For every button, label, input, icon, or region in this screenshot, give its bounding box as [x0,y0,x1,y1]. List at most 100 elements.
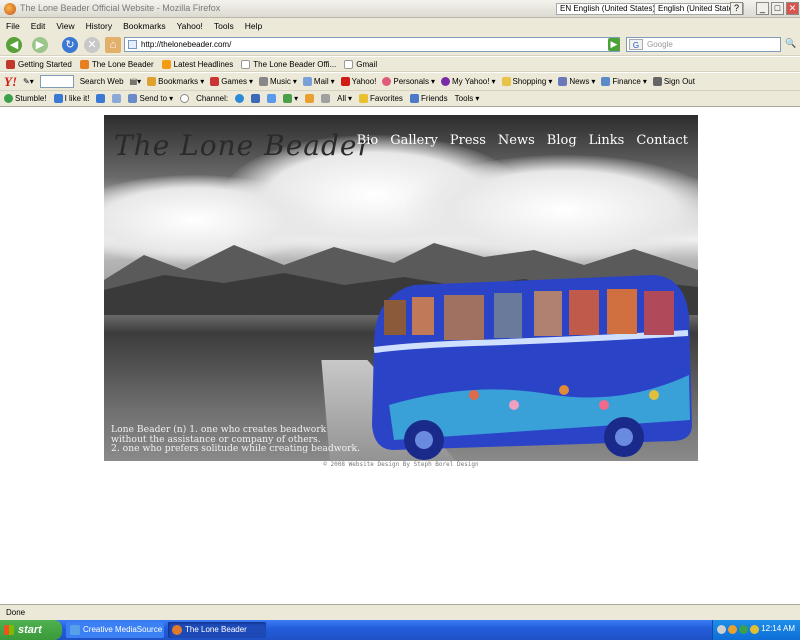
bookmarks-toolbar: Getting Started The Lone Beader Latest H… [0,57,800,72]
start-button[interactable]: start [0,620,62,640]
comment-icon[interactable] [180,94,190,103]
yahoo-icon [340,77,350,86]
menu-file[interactable]: File [6,21,20,31]
channel-all-dropdown[interactable]: All ▾ [337,94,352,103]
menu-view[interactable]: View [56,21,74,31]
google-engine-icon[interactable]: G [629,39,643,50]
site-navigation: Bio Gallery Press News Blog Links Contac… [357,133,688,148]
bookmark-latest-headlines[interactable]: Latest Headlines [161,59,233,69]
url-bar[interactable]: http://thelonebeader.com/ [124,37,620,52]
back-icon[interactable]: ◀ [6,37,22,53]
star-icon [359,94,369,103]
search-input[interactable]: G Google [626,37,781,52]
clock: 12:14 AM [761,624,795,633]
yahoo-logo[interactable]: Y! [4,74,17,90]
title-bar: The Lone Beader Official Website - Mozil… [0,0,800,18]
minimize-button[interactable]: _ [756,2,769,15]
tray-icon[interactable] [739,625,748,634]
menu-edit[interactable]: Edit [31,21,46,31]
like-button[interactable]: I like it! [53,94,89,103]
page-icon [241,59,251,69]
yahoo-search-web[interactable]: Search Web [80,77,124,86]
yahoo-search-input[interactable] [39,75,74,88]
bookmark-lone-beader[interactable]: The Lone Beader [79,59,154,69]
highlight-icon[interactable]: ▤▾ [130,77,142,86]
bookmark-lone-beader-official[interactable]: The Lone Beader Offi... [241,59,336,69]
channel-tag-icon[interactable] [321,94,331,103]
yahoo-home[interactable]: Yahoo! [340,77,376,86]
help-button[interactable]: ? [730,2,743,15]
channel-people-icon[interactable] [305,94,315,103]
nav-gallery[interactable]: Gallery [390,133,438,148]
tag-icon[interactable] [112,94,122,103]
nav-press[interactable]: Press [450,133,486,148]
menu-history[interactable]: History [86,21,112,31]
system-tray: 12:14 AM [712,620,800,640]
tray-icon[interactable] [750,625,759,634]
friends-icon [409,94,419,103]
music-icon [259,77,269,86]
yahoo-my-yahoo[interactable]: My Yahoo! ▾ [440,77,496,86]
pencil-icon[interactable]: ✎▾ [23,77,34,86]
site-logo[interactable]: The Lone Beader [114,129,372,162]
news-icon [558,77,568,86]
stumble-button[interactable]: Stumble! [4,94,47,103]
my-yahoo-icon [440,77,450,86]
go-button[interactable]: ▶ [608,38,620,51]
stumble-icon [4,94,13,103]
yahoo-sign-out[interactable]: Sign Out [652,77,695,86]
bookmark-gmail[interactable]: Gmail [344,59,377,69]
tray-icon[interactable] [728,625,737,634]
yahoo-personals[interactable]: Personals ▾ [382,77,435,86]
nav-links[interactable]: Links [589,133,625,148]
home-icon[interactable]: ⌂ [105,37,121,53]
nav-contact[interactable]: Contact [636,133,688,148]
page-content: The Lone Beader Bio Gallery Press News B… [0,108,800,604]
taskbar-item-firefox[interactable]: The Lone Beader Offi... [168,622,266,638]
sign-out-icon [652,77,662,86]
send-icon [128,94,138,103]
heart-icon [382,77,392,86]
channel-photo-icon[interactable] [267,94,277,103]
menu-yahoo[interactable]: Yahoo! [177,21,203,31]
search-go-icon[interactable]: 🔍 [785,38,796,51]
menu-bookmarks[interactable]: Bookmarks [123,21,166,31]
nav-blog[interactable]: Blog [547,133,577,148]
yahoo-news[interactable]: News ▾ [558,77,595,86]
copyright-text[interactable]: © 2008 Website Design By Steph Borel Des… [104,461,698,468]
firefox-icon [172,625,182,635]
tray-chevron-icon[interactable] [717,625,726,634]
firefox-bookmark-icon [6,59,15,69]
channel-video-icon[interactable] [251,94,261,103]
language-indicator[interactable]: EN English (United States) [556,3,660,15]
close-button[interactable]: ✕ [786,2,799,15]
forward-icon[interactable]: ▶ [32,37,48,53]
maximize-button[interactable]: □ [771,2,784,15]
reload-icon[interactable]: ↻ [62,37,78,53]
search-placeholder: Google [647,40,673,49]
page-icon [344,59,354,69]
yahoo-games[interactable]: Games ▾ [210,77,253,86]
yahoo-finance[interactable]: Finance ▾ [601,77,647,86]
stop-icon[interactable]: ✕ [84,37,100,53]
yahoo-bookmarks[interactable]: Bookmarks ▾ [147,77,204,86]
yahoo-music[interactable]: Music ▾ [259,77,297,86]
mail-icon [302,77,312,86]
nav-bio[interactable]: Bio [357,133,379,148]
favorites-button[interactable]: Favorites [359,94,403,103]
menu-help[interactable]: Help [245,21,262,31]
nav-news[interactable]: News [498,133,535,148]
channel-globe-icon[interactable] [235,94,245,103]
bookmarks-icon [147,77,157,86]
channel-news-icon[interactable]: ▾ [283,94,298,103]
dislike-icon[interactable] [96,94,106,103]
menu-tools[interactable]: Tools [214,21,234,31]
yahoo-shopping[interactable]: Shopping ▾ [501,77,552,86]
bookmark-getting-started[interactable]: Getting Started [6,59,72,69]
friends-button[interactable]: Friends [409,94,448,103]
yahoo-mail[interactable]: Mail ▾ [302,77,335,86]
taskbar-item-creative-mediasource[interactable]: Creative MediaSource [66,622,164,638]
hero-banner: The Lone Beader Bio Gallery Press News B… [104,115,698,461]
send-to-button[interactable]: Send to ▾ [128,94,173,103]
tools-dropdown[interactable]: Tools ▾ [455,94,480,103]
